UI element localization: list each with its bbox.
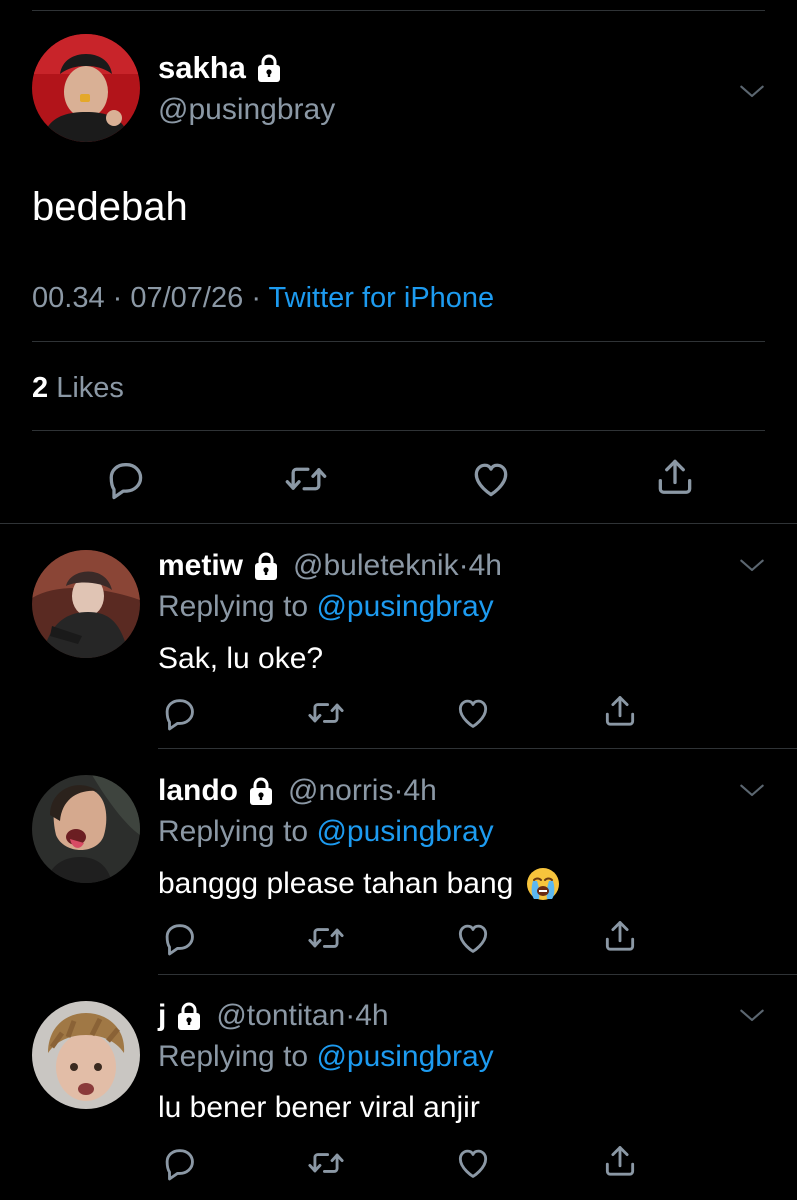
tweet-meta: 00.34 · 07/07/26 · Twitter for iPhone [32, 280, 494, 316]
reply-handle[interactable]: @tontitan [216, 998, 345, 1034]
tweet-text: bedebah [32, 185, 188, 229]
reply-display-name[interactable]: j [158, 998, 166, 1034]
chevron-down-icon[interactable] [736, 550, 768, 582]
lock-icon [256, 53, 282, 83]
reply-text-content: banggg please tahan bang [158, 867, 514, 900]
replying-to: Replying to @pusingbray [158, 589, 494, 625]
meta-separator: · [112, 282, 131, 314]
reply-text-content: Sak, lu oke? [158, 642, 324, 675]
replying-to: Replying to @pusingbray [158, 814, 494, 850]
lock-icon [253, 551, 279, 581]
reply-text-content: lu bener bener viral anjir [158, 1091, 480, 1124]
main-bottom-divider [0, 523, 797, 524]
lock-icon [176, 1001, 202, 1031]
replying-label: Replying to [158, 815, 309, 848]
reply-icon[interactable] [160, 1144, 198, 1182]
reply-header: j @tontitan · 4h [158, 998, 389, 1034]
reply-header: lando @norris · 4h [158, 773, 437, 809]
likes-divider [32, 430, 765, 431]
share-icon[interactable] [601, 917, 639, 955]
avatar-main[interactable] [32, 34, 140, 142]
display-name-text[interactable]: sakha [158, 50, 246, 86]
share-icon[interactable] [653, 455, 697, 499]
like-icon[interactable] [454, 1144, 492, 1182]
reply-dot: · [393, 774, 404, 807]
retweet-icon[interactable] [307, 1144, 345, 1182]
replying-to: Replying to @pusingbray [158, 1039, 494, 1075]
handle[interactable]: @pusingbray [158, 92, 335, 128]
reply-time[interactable]: 4h [403, 773, 436, 809]
reply-handle[interactable]: @norris [288, 773, 393, 809]
reply-dot: · [458, 549, 469, 582]
likes-number[interactable]: 2 [32, 372, 48, 404]
retweet-icon[interactable] [307, 919, 345, 957]
retweet-icon[interactable] [307, 694, 345, 732]
lock-icon [248, 776, 274, 806]
meta-divider [32, 341, 765, 342]
replying-to-link[interactable]: @pusingbray [316, 815, 493, 848]
top-divider [32, 10, 765, 11]
reply-dot: · [345, 999, 356, 1032]
reply-header: metiw @buleteknik · 4h [158, 548, 502, 584]
avatar-reply-2[interactable] [32, 775, 140, 883]
loudly-crying-face-icon [527, 868, 560, 900]
reply-handle[interactable]: @buleteknik [293, 548, 459, 584]
avatar-reply-1[interactable] [32, 550, 140, 658]
reply-time[interactable]: 4h [469, 548, 502, 584]
meta-separator: · [251, 282, 269, 314]
reply-text: Sak, lu oke? [158, 641, 323, 677]
retweet-icon[interactable] [284, 457, 328, 501]
replying-to-link[interactable]: @pusingbray [316, 590, 493, 623]
tweet-time: 00.34 [32, 282, 105, 314]
avatar-reply-3[interactable] [32, 1001, 140, 1109]
like-icon[interactable] [454, 694, 492, 732]
reply-time[interactable]: 4h [355, 998, 388, 1034]
reply-icon[interactable] [160, 919, 198, 957]
likes-count[interactable]: 2 Likes [32, 370, 124, 406]
reply-divider [158, 974, 797, 975]
share-icon[interactable] [601, 692, 639, 730]
reply-display-name[interactable]: metiw [158, 548, 243, 584]
display-name[interactable]: sakha [158, 50, 282, 86]
reply-text: lu bener bener viral anjir [158, 1090, 480, 1126]
replying-to-link[interactable]: @pusingbray [316, 1040, 493, 1073]
chevron-down-icon[interactable] [736, 1000, 768, 1032]
reply-display-name[interactable]: lando [158, 773, 238, 809]
replying-label: Replying to [158, 590, 309, 623]
share-icon[interactable] [601, 1142, 639, 1180]
reply-text: banggg please tahan bang [158, 866, 561, 902]
chevron-down-icon[interactable] [736, 76, 768, 108]
tweet-source-link[interactable]: Twitter for iPhone [269, 282, 495, 314]
like-icon[interactable] [454, 919, 492, 957]
tweet-date: 07/07/26 [130, 282, 244, 314]
chevron-down-icon[interactable] [736, 775, 768, 807]
reply-icon[interactable] [160, 694, 198, 732]
likes-label[interactable]: Likes [56, 372, 124, 404]
reply-divider [158, 748, 797, 749]
replying-label: Replying to [158, 1040, 309, 1073]
like-icon[interactable] [469, 457, 513, 501]
reply-icon[interactable] [103, 457, 147, 501]
